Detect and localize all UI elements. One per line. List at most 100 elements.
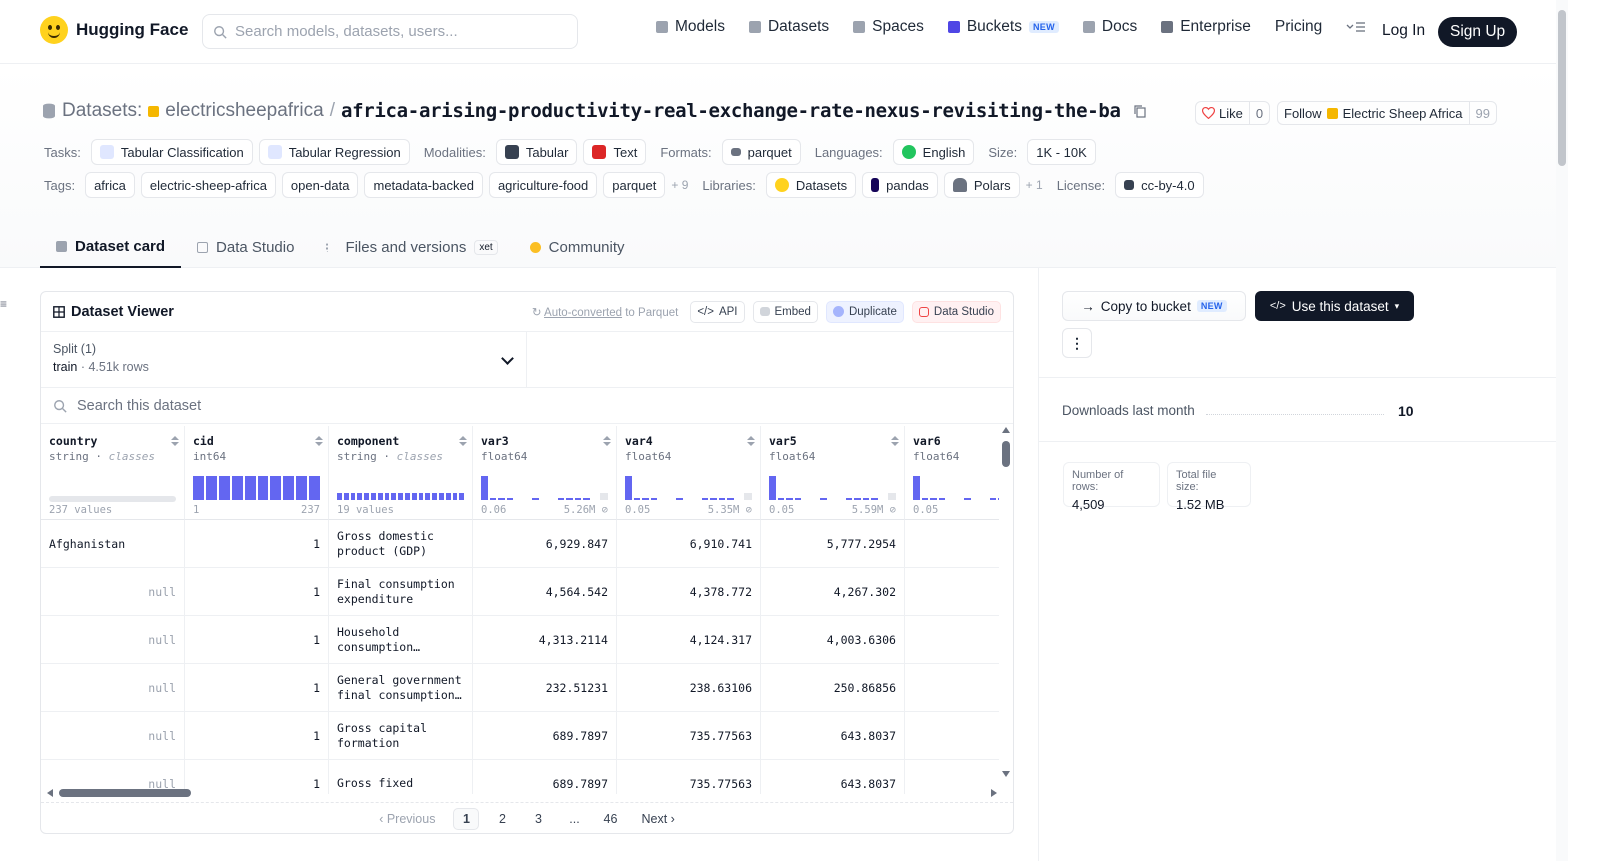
table-cell[interactable]: 1: [185, 520, 329, 568]
histogram-bar[interactable]: [913, 476, 920, 500]
histogram-bar[interactable]: [921, 498, 928, 500]
histogram-bar[interactable]: [794, 498, 801, 500]
table-cell[interactable]: 232.51231: [473, 664, 617, 712]
histogram-bar[interactable]: [633, 498, 640, 500]
histogram-bar[interactable]: [532, 498, 539, 500]
tag-chip[interactable]: metadata-backed: [364, 172, 483, 198]
histogram-bar[interactable]: [205, 476, 217, 500]
tag-chip[interactable]: electric-sheep-africa: [140, 172, 276, 198]
histogram-bar[interactable]: [425, 492, 431, 500]
pager-page[interactable]: 2: [489, 808, 515, 830]
pager-previous[interactable]: ‹ Previous: [379, 812, 435, 826]
table-cell[interactable]: Gross domestic product (GDP): [329, 520, 473, 568]
histogram-bar[interactable]: [701, 498, 708, 500]
histogram-bar[interactable]: [218, 476, 230, 500]
histogram-bar[interactable]: [391, 492, 397, 500]
table-cell[interactable]: null: [41, 664, 185, 712]
histogram-bar[interactable]: [270, 476, 282, 500]
histogram-bar[interactable]: [445, 492, 451, 500]
histogram-bar[interactable]: [357, 492, 363, 500]
histogram-bar[interactable]: [337, 492, 342, 500]
table-cell[interactable]: 5,94: [905, 520, 999, 568]
library-datasets[interactable]: Datasets: [765, 172, 857, 198]
column-header-3[interactable]: var3 float64 0.06 5.26M ⊘: [473, 426, 617, 520]
histogram-bar[interactable]: [193, 476, 204, 500]
histogram-bar[interactable]: [727, 498, 734, 500]
scroll-left-icon[interactable]: [47, 789, 53, 797]
pager-page[interactable]: 3: [525, 808, 551, 830]
table-cell[interactable]: Household consumption…: [329, 616, 473, 664]
more-options-button[interactable]: ⋮: [1062, 328, 1092, 358]
libraries-more[interactable]: + 1: [1026, 178, 1043, 192]
table-cell[interactable]: null: [41, 616, 185, 664]
data-studio-button[interactable]: Data Studio: [911, 300, 1001, 323]
nav-more[interactable]: [1346, 21, 1366, 33]
histogram-bar[interactable]: [364, 492, 369, 500]
follow-button[interactable]: Follow Electric Sheep Africa 99: [1277, 101, 1497, 125]
histogram-bar[interactable]: [459, 492, 465, 500]
pager-page[interactable]: 1: [453, 807, 480, 830]
histogram-bar[interactable]: [854, 498, 861, 500]
table-cell[interactable]: 4,313.2114: [473, 616, 617, 664]
signup-button[interactable]: Sign Up: [1438, 17, 1518, 47]
table-cell[interactable]: 263: [905, 664, 999, 712]
table-cell[interactable]: 4,378.772: [617, 568, 761, 616]
histogram-bar[interactable]: [489, 498, 496, 500]
table-cell[interactable]: 5,777.2954: [761, 520, 905, 568]
table-cell[interactable]: 4,71: [905, 568, 999, 616]
repo-owner-link[interactable]: electricsheepafrica: [165, 100, 323, 122]
library-pandas[interactable]: pandas: [862, 172, 938, 198]
histogram-bar[interactable]: [370, 492, 376, 500]
tag-chip[interactable]: agriculture-food: [488, 172, 598, 198]
like-button[interactable]: Like 0: [1195, 101, 1271, 125]
copy-icon[interactable]: [1133, 104, 1147, 118]
size-chip[interactable]: 1K - 10K: [1027, 139, 1096, 165]
column-header-0[interactable]: country string · classes 237 values: [41, 426, 185, 520]
horizontal-scrollbar[interactable]: [45, 788, 997, 798]
sort-icon[interactable]: [459, 436, 467, 448]
histogram-bar[interactable]: [820, 498, 827, 500]
histogram-bar[interactable]: [989, 498, 996, 500]
modality-tabular[interactable]: Tabular: [495, 139, 578, 165]
table-cell[interactable]: 6,910.741: [617, 520, 761, 568]
histogram-bar[interactable]: [283, 476, 295, 500]
table-cell[interactable]: Gross capital formation: [329, 712, 473, 760]
column-header-5[interactable]: var5 float64 0.05 5.59M ⊘: [761, 426, 905, 520]
scroll-right-icon[interactable]: [991, 789, 997, 797]
table-cell[interactable]: 689.7897: [473, 712, 617, 760]
split-dropdown[interactable]: Split (1) train · 4.51k rows: [41, 332, 527, 388]
histogram-bar[interactable]: [557, 498, 564, 500]
tags-more[interactable]: + 9: [671, 178, 688, 192]
histogram-bar[interactable]: [574, 498, 581, 500]
tab-dataset-card[interactable]: Dataset card: [40, 226, 182, 268]
global-search[interactable]: [202, 14, 578, 49]
scroll-up-icon[interactable]: [1002, 427, 1010, 433]
pager-next[interactable]: Next ›: [641, 812, 674, 826]
sort-icon[interactable]: [171, 436, 179, 448]
histogram-bar[interactable]: [642, 498, 649, 500]
column-header-6[interactable]: var6 float64 0.055: [905, 426, 999, 520]
license-chip[interactable]: cc-by-4.0: [1115, 172, 1204, 198]
histogram-bar[interactable]: [938, 498, 945, 500]
histogram-bar[interactable]: [452, 492, 458, 500]
nav-docs[interactable]: Docs: [1082, 18, 1137, 36]
nav-datasets[interactable]: Datasets: [748, 18, 829, 36]
table-cell[interactable]: 4,564.542: [473, 568, 617, 616]
histogram-bar[interactable]: [350, 492, 356, 500]
histogram-bar[interactable]: [296, 476, 308, 500]
duplicate-button[interactable]: Duplicate: [825, 300, 904, 323]
tab-files-versions[interactable]: Files and versions xet: [310, 226, 513, 268]
histogram-bar[interactable]: [481, 476, 488, 500]
histogram-bar[interactable]: [786, 498, 793, 500]
nav-spaces[interactable]: Spaces: [853, 18, 924, 36]
table-cell[interactable]: 64: [905, 712, 999, 760]
histogram-bar[interactable]: [506, 498, 513, 500]
copy-to-bucket-button[interactable]: → Copy to bucket NEW: [1062, 291, 1246, 321]
table-cell[interactable]: null: [41, 712, 185, 760]
histogram-bar[interactable]: [398, 492, 403, 500]
histogram-bar[interactable]: [777, 498, 784, 500]
histogram-bar[interactable]: [309, 476, 321, 500]
tab-data-studio[interactable]: Data Studio: [181, 226, 310, 268]
histogram-bar[interactable]: [998, 498, 999, 500]
repo-name[interactable]: africa-arising-productivity-real-exchang…: [341, 100, 1121, 122]
